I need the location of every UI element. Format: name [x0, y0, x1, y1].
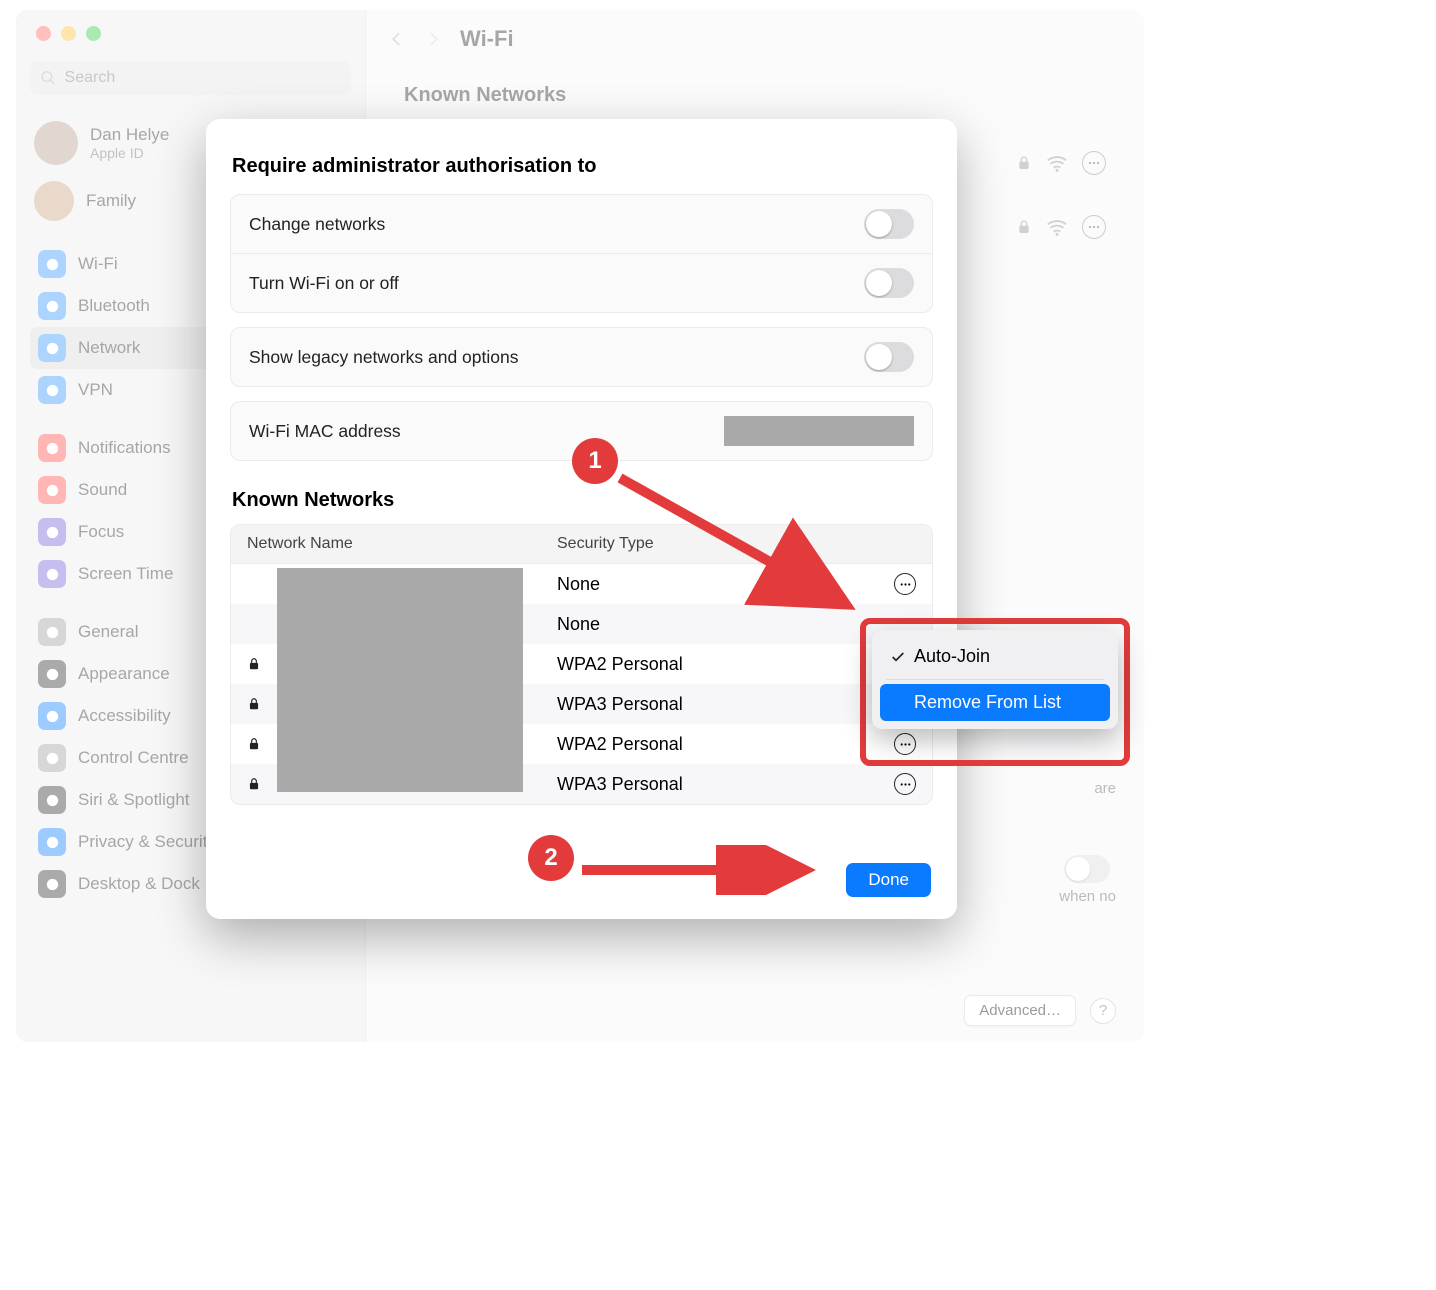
lock-icon — [247, 737, 261, 751]
security-type: WPA3 Personal — [557, 694, 876, 715]
network-context-menu[interactable]: Auto-Join Remove From List — [872, 630, 1118, 729]
lock-icon — [247, 697, 261, 711]
toggle-change-networks[interactable] — [864, 209, 914, 239]
admin-auth-group: Change networks Turn Wi-Fi on or off — [230, 194, 933, 313]
security-type: WPA3 Personal — [557, 774, 876, 795]
col-network-name: Network Name — [247, 535, 557, 553]
annotation-step-2: 2 — [528, 835, 574, 881]
security-type: WPA2 Personal — [557, 654, 876, 675]
network-names-redacted — [277, 568, 523, 792]
network-more-button[interactable] — [894, 773, 916, 795]
row-label: Change networks — [249, 214, 385, 235]
done-button[interactable]: Done — [846, 863, 931, 897]
menu-label: Remove From List — [914, 692, 1061, 713]
menu-auto-join[interactable]: Auto-Join — [880, 638, 1110, 675]
network-more-button[interactable] — [894, 573, 916, 595]
lock-icon — [247, 777, 261, 791]
security-type: WPA2 Personal — [557, 734, 876, 755]
sheet-heading: Require administrator authorisation to — [232, 155, 933, 178]
annotation-step-1: 1 — [572, 438, 618, 484]
row-change-networks: Change networks — [231, 195, 932, 253]
annotation-arrow-2 — [576, 845, 836, 895]
annotation-arrow-1 — [612, 470, 872, 630]
row-label: Wi-Fi MAC address — [249, 421, 401, 442]
row-label: Turn Wi-Fi on or off — [249, 273, 399, 294]
row-label: Show legacy networks and options — [249, 347, 518, 368]
toggle-turn-wifi[interactable] — [864, 268, 914, 298]
checkmark-icon — [890, 649, 906, 665]
menu-remove-from-list[interactable]: Remove From List — [880, 684, 1110, 721]
row-turn-wifi: Turn Wi-Fi on or off — [231, 253, 932, 312]
mac-address-redacted — [724, 416, 914, 446]
menu-label: Auto-Join — [914, 646, 990, 667]
toggle-legacy[interactable] — [864, 342, 914, 372]
row-legacy: Show legacy networks and options — [231, 328, 932, 386]
lock-icon — [247, 657, 261, 671]
